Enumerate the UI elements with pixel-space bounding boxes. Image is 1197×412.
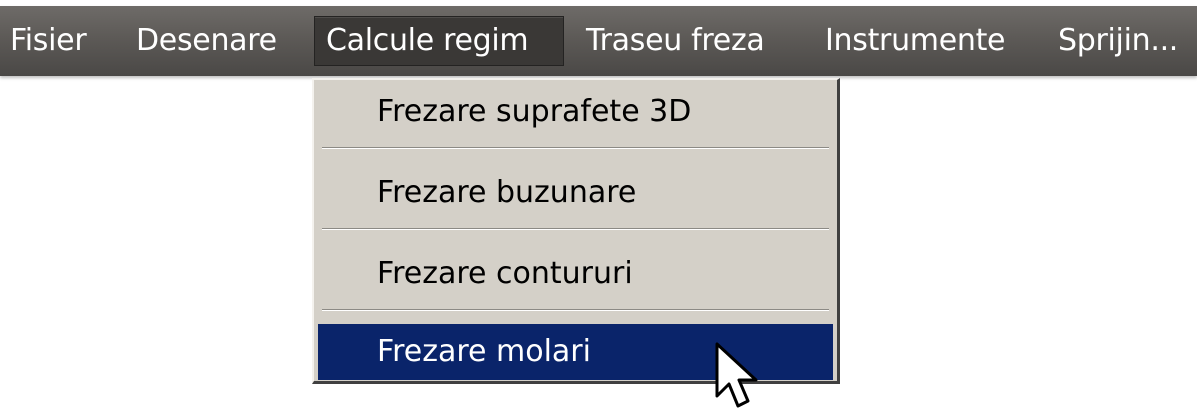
menu-fisier[interactable]: Fisier: [10, 18, 87, 64]
application-window: Fisier Desenare Calcule regim Traseu fre…: [0, 0, 1197, 412]
menu-desenare[interactable]: Desenare: [136, 18, 277, 64]
menu-calcule-regim[interactable]: Calcule regim: [314, 16, 564, 66]
dropdown-separator: [322, 228, 829, 230]
dropdown-separator: [322, 309, 829, 311]
dropdown-item-frezare-buzunare[interactable]: Frezare buzunare: [318, 164, 833, 222]
menu-instrumente[interactable]: Instrumente: [825, 18, 1006, 64]
dropdown-item-frezare-suprafete-3d[interactable]: Frezare suprafete 3D: [318, 83, 833, 141]
calcule-regim-dropdown: Frezare suprafete 3D Frezare buzunare Fr…: [312, 78, 840, 384]
dropdown-separator: [322, 147, 829, 149]
arrow-pointer-icon: [715, 342, 758, 408]
menu-sprijin[interactable]: Sprijin...: [1058, 18, 1178, 64]
menu-traseu-freza[interactable]: Traseu freza: [586, 18, 765, 64]
menu-bar: Fisier Desenare Calcule regim Traseu fre…: [0, 6, 1197, 76]
dropdown-item-frezare-contururi[interactable]: Frezare contururi: [318, 245, 833, 303]
